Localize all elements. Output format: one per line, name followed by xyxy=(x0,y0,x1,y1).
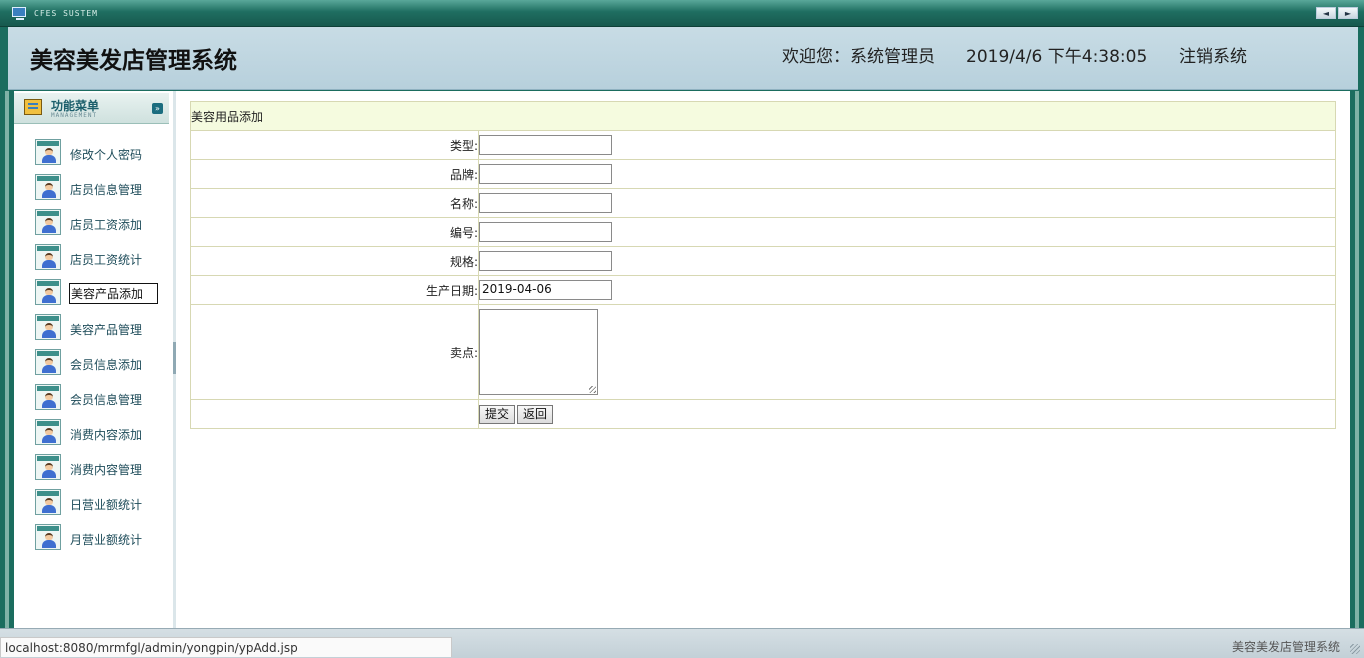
user-card-icon xyxy=(35,139,61,165)
sidebar-item[interactable]: 月营业额统计 xyxy=(14,522,173,557)
user-card-icon xyxy=(35,314,61,340)
main-content: 美容用品添加 类型: 品牌: 名称: 编号: 规格: 生产日期: 2019-04-06 卖点… xyxy=(176,91,1348,628)
user-card-icon xyxy=(35,384,61,410)
user-card-icon xyxy=(35,524,61,550)
field-label: 类型: xyxy=(190,130,479,160)
menu-subtitle: MANAGEMENT xyxy=(51,112,98,119)
menu-folder-icon xyxy=(24,99,42,115)
app-header: 美容美发店管理系统 欢迎您：系统管理员 2019/4/6 下午4:38:05 注… xyxy=(0,27,1364,91)
field-input[interactable] xyxy=(479,164,612,184)
window-title-bar: CFES SUSTEM ◄ ► xyxy=(0,0,1364,27)
sidebar-item-label[interactable]: 会员信息管理 xyxy=(70,389,142,410)
user-card-icon xyxy=(35,174,61,200)
field-label: 名称: xyxy=(190,188,479,218)
sidebar-item[interactable]: 店员工资统计 xyxy=(14,242,173,277)
form-row: 类型: xyxy=(190,130,1336,160)
sidebar-item[interactable]: 美容产品添加 xyxy=(14,277,173,312)
sidebar: 功能菜单 MANAGEMENT » 修改个人密码 店员信息管理 店员工资添加 店员工资… xyxy=(14,91,174,628)
collapse-toggle-icon[interactable]: » xyxy=(152,103,163,114)
field-label: 编号: xyxy=(190,217,479,247)
button-row-spacer xyxy=(190,399,479,429)
sidebar-item-label[interactable]: 修改个人密码 xyxy=(70,144,142,165)
field-label: 规格: xyxy=(190,246,479,276)
status-url: localhost:8080/mrmfgl/admin/yongpin/ypAd… xyxy=(5,641,298,655)
form-row: 名称: xyxy=(190,188,1336,218)
browser-status-bar: localhost:8080/mrmfgl/admin/yongpin/ypAd… xyxy=(0,637,452,657)
datetime-clock: 2019/4/6 下午4:38:05 xyxy=(966,47,1148,67)
logout-link[interactable]: 注销系统 xyxy=(1179,42,1247,67)
form-row: 品牌: xyxy=(190,159,1336,189)
sidebar-item-label[interactable]: 日营业额统计 xyxy=(70,494,142,515)
app-title: 美容美发店管理系统 xyxy=(30,48,237,74)
sidebar-item-label[interactable]: 店员工资添加 xyxy=(70,214,142,235)
sidebar-item[interactable]: 店员工资添加 xyxy=(14,207,173,242)
field-input[interactable] xyxy=(479,251,612,271)
field-input[interactable] xyxy=(479,193,612,213)
sidebar-item-label[interactable]: 会员信息添加 xyxy=(70,354,142,375)
form-row: 规格: xyxy=(190,246,1336,276)
monitor-icon xyxy=(12,7,26,20)
sidebar-item-label[interactable]: 美容产品管理 xyxy=(70,319,142,340)
sidebar-item[interactable]: 日营业额统计 xyxy=(14,487,173,522)
prev-arrow-button[interactable]: ◄ xyxy=(1316,7,1336,19)
window-nav-buttons: ◄ ► xyxy=(1316,7,1358,19)
sidebar-item-label[interactable]: 美容产品添加 xyxy=(69,283,159,304)
sidebar-item[interactable]: 会员信息添加 xyxy=(14,347,173,382)
form-row: 生产日期: 2019-04-06 xyxy=(190,275,1336,305)
back-button[interactable]: 返回 xyxy=(517,404,554,424)
field-label: 生产日期: xyxy=(190,275,479,305)
user-card-icon xyxy=(35,349,61,375)
field-label: 品牌: xyxy=(190,159,479,189)
form-row: 编号: xyxy=(190,217,1336,247)
welcome-text: 欢迎您：系统管理员 xyxy=(782,47,935,67)
sidebar-item-label[interactable]: 消费内容管理 xyxy=(70,459,142,480)
form-caption: 美容用品添加 xyxy=(190,101,1336,131)
sidebar-item-label[interactable]: 消费内容添加 xyxy=(70,424,142,445)
field-input[interactable] xyxy=(479,222,612,242)
sidebar-item-label[interactable]: 月营业额统计 xyxy=(70,529,142,550)
user-card-icon xyxy=(35,279,61,305)
frame-left-border xyxy=(0,91,14,657)
sidebar-item[interactable]: 修改个人密码 xyxy=(14,137,173,172)
selling-point-label: 卖点: xyxy=(190,304,479,400)
user-card-icon xyxy=(35,489,61,515)
product-add-form: 美容用品添加 类型: 品牌: 名称: 编号: 规格: 生产日期: 2019-04-06 卖点… xyxy=(190,101,1336,429)
user-card-icon xyxy=(35,454,61,480)
field-input[interactable] xyxy=(479,135,612,155)
sidebar-item-label[interactable]: 店员信息管理 xyxy=(70,179,142,200)
sidebar-item[interactable]: 消费内容添加 xyxy=(14,417,173,452)
menu-header: 功能菜单 MANAGEMENT » xyxy=(14,93,169,124)
resize-grip-icon[interactable] xyxy=(1350,644,1360,654)
selling-point-textarea[interactable] xyxy=(479,309,598,395)
submit-button[interactable]: 提交 xyxy=(479,404,516,424)
menu-list: 修改个人密码 店员信息管理 店员工资添加 店员工资统计 美容产品添加 美容产品管理 会员信息… xyxy=(14,137,173,557)
frame-right-border xyxy=(1350,91,1364,657)
sidebar-item[interactable]: 会员信息管理 xyxy=(14,382,173,417)
user-card-icon xyxy=(35,419,61,445)
sidebar-item-label[interactable]: 店员工资统计 xyxy=(70,249,142,270)
sidebar-item[interactable]: 美容产品管理 xyxy=(14,312,173,347)
next-arrow-button[interactable]: ► xyxy=(1338,7,1358,19)
field-input[interactable]: 2019-04-06 xyxy=(479,280,612,300)
user-card-icon xyxy=(35,244,61,270)
footer-text: 美容美发店管理系统 xyxy=(1231,640,1340,654)
sidebar-item[interactable]: 店员信息管理 xyxy=(14,172,173,207)
system-name: CFES SUSTEM xyxy=(34,9,98,18)
sidebar-item[interactable]: 消费内容管理 xyxy=(14,452,173,487)
user-card-icon xyxy=(35,209,61,235)
